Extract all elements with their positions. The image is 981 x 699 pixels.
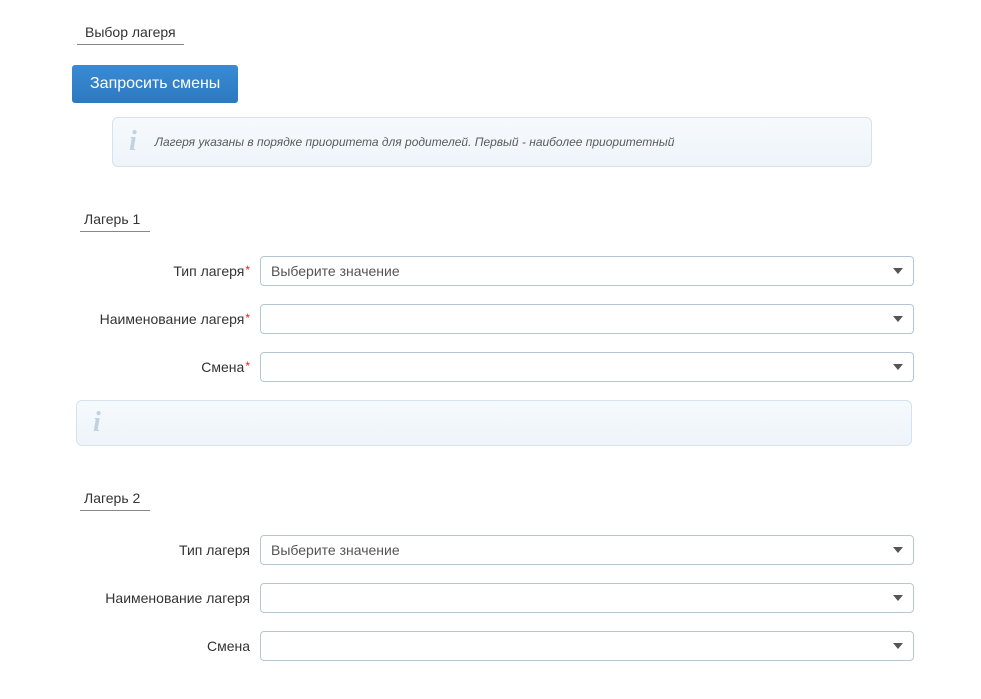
label-camp1-shift: Смена* [72,359,254,375]
select-camp1-type[interactable]: Выберите значение [260,256,914,286]
label-camp1-name: Наименование лагеря* [72,311,254,327]
select-camp2-type[interactable]: Выберите значение [260,535,914,565]
section-header-camp-1: Лагерь 1 [80,211,150,232]
select-camp1-name[interactable] [260,304,914,334]
label-camp2-type: Тип лагеря [72,542,254,558]
info-priority-box: i Лагеря указаны в порядке приоритета дл… [112,117,872,167]
select-camp1-shift[interactable] [260,352,914,382]
required-star: * [245,359,250,373]
tab-camp-selection[interactable]: Выбор лагеря [77,24,184,45]
label-camp2-name: Наименование лагеря [72,590,254,606]
section-header-camp-2: Лагерь 2 [80,490,150,511]
info-icon: i [93,409,101,437]
label-camp2-shift: Смена [72,638,254,654]
request-shifts-button[interactable]: Запросить смены [72,65,238,103]
label-camp1-type: Тип лагеря* [72,263,254,279]
select-camp2-shift[interactable] [260,631,914,661]
select-camp2-name[interactable] [260,583,914,613]
required-star: * [245,311,250,325]
info-camp1-box: i [76,400,912,446]
info-priority-text: Лагеря указаны в порядке приоритета для … [155,135,675,149]
required-star: * [245,263,250,277]
info-icon: i [129,128,137,156]
